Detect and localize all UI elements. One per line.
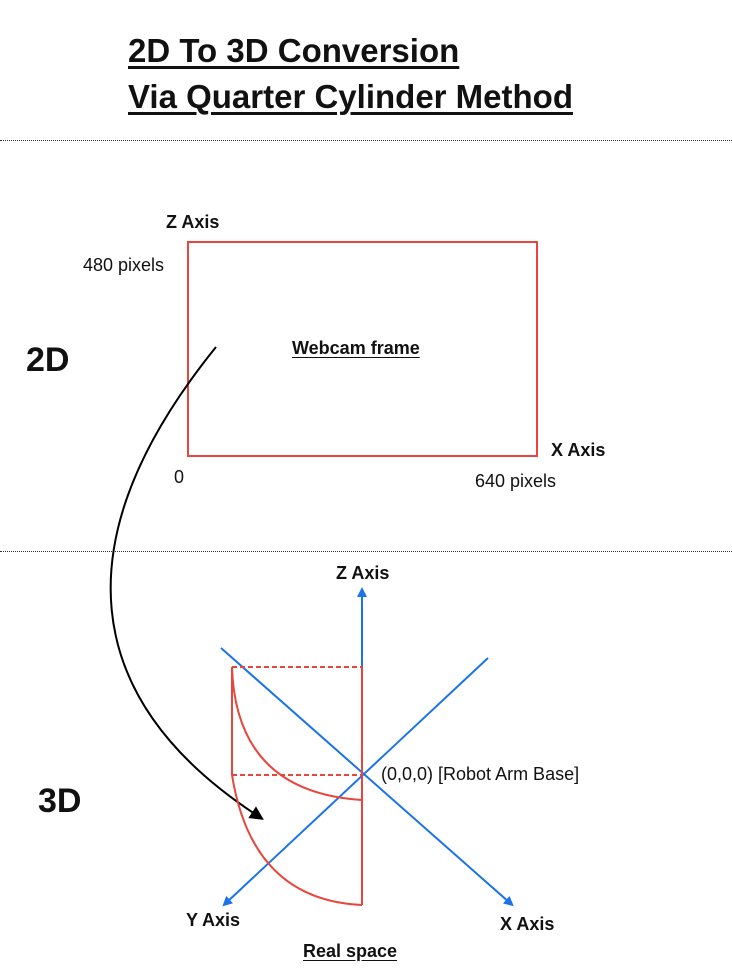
mapping-arrow [109,346,264,820]
webcam-frame-rect [187,241,538,457]
diagram-canvas [109,241,538,907]
cylinder-top-arc [231,666,363,801]
quarter-cylinder [231,666,363,906]
y-axis-3d-line [222,657,489,907]
